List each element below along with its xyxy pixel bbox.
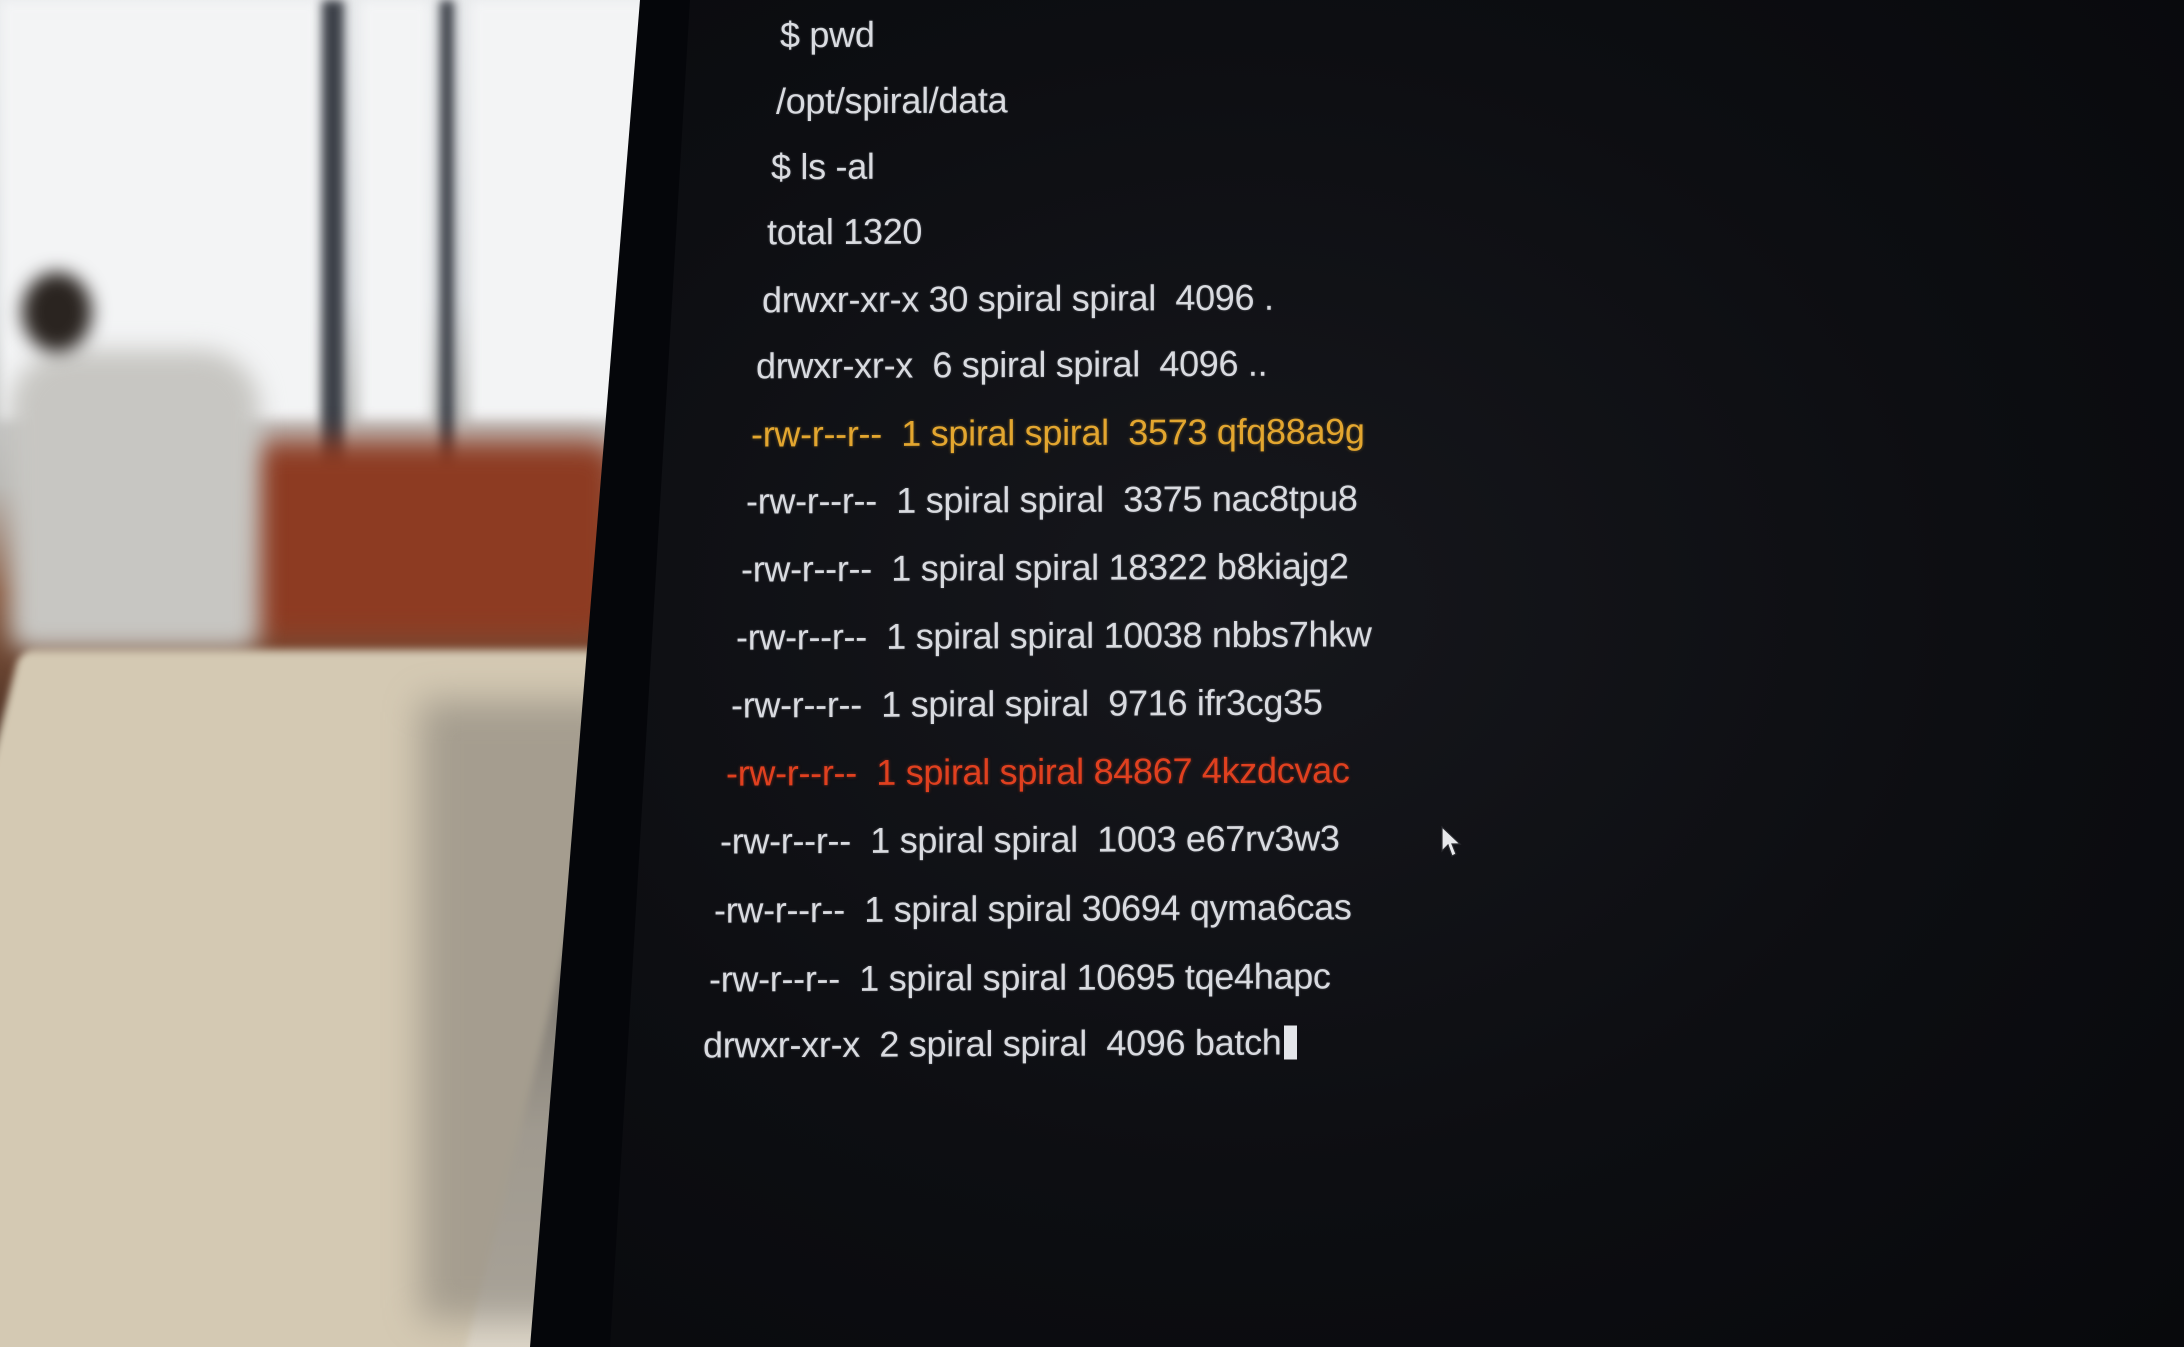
terminal-line: $ pwd	[780, 13, 875, 56]
terminal-line: -rw-r--r-- 1 spiral spiral 10695 tqe4hap…	[709, 955, 1331, 1000]
terminal-output: $ pwd /opt/spiral/data $ ls -al total 13…	[0, 0, 2184, 1347]
terminal-line: -rw-r--r-- 1 spiral spiral 1003 e67rv3w3	[720, 817, 1340, 862]
text-cursor-block	[1283, 1025, 1297, 1060]
terminal-line-alert: -rw-r--r-- 1 spiral spiral 84867 4kzdcva…	[726, 749, 1350, 794]
terminal-line: drwxr-xr-x 30 spiral spiral 4096 .	[762, 276, 1274, 321]
terminal-line-highlighted: -rw-r--r-- 1 spiral spiral 3573 qfq88a9g	[751, 410, 1365, 455]
terminal-line-text: drwxr-xr-x 2 spiral spiral 4096 batch	[703, 1021, 1282, 1066]
terminal-line: -rw-r--r-- 1 spiral spiral 3375 nac8tpu8	[746, 477, 1358, 522]
terminal-line: -rw-r--r-- 1 spiral spiral 9716 ifr3cg35	[731, 681, 1323, 726]
terminal-line: /opt/spiral/data	[776, 79, 1008, 122]
terminal-line: drwxr-xr-x 6 spiral spiral 4096 ..	[756, 342, 1268, 387]
terminal-line: $ ls -al	[771, 145, 875, 188]
terminal-line: total 1320	[767, 210, 923, 253]
mouse-pointer-icon	[1441, 825, 1462, 857]
terminal-line-last: drwxr-xr-x 2 spiral spiral 4096 batch	[703, 1021, 1297, 1066]
terminal-line: -rw-r--r-- 1 spiral spiral 10038 nbbs7hk…	[736, 613, 1372, 658]
terminal-line: -rw-r--r-- 1 spiral spiral 30694 qyma6ca…	[714, 886, 1352, 931]
terminal-line: -rw-r--r-- 1 spiral spiral 18322 b8kiajg…	[741, 545, 1349, 590]
